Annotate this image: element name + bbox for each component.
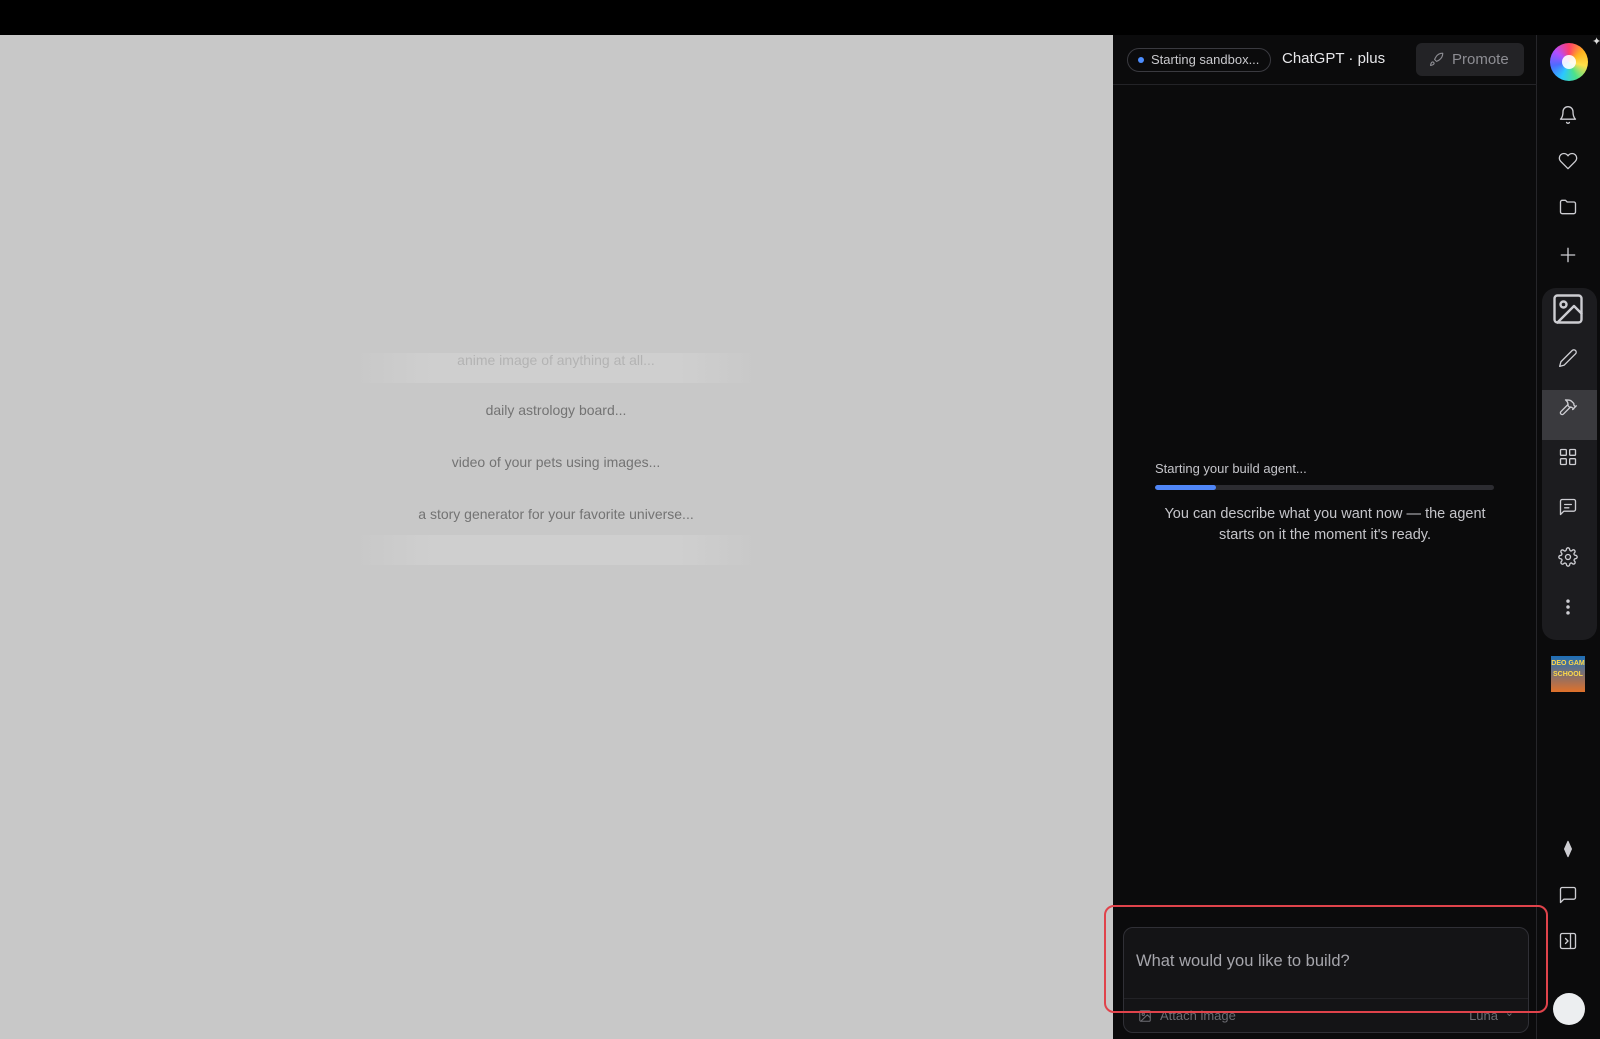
status-badge: Starting sandbox... — [1127, 48, 1272, 72]
sidebar-rail: ✦ DEO GAM SCHOOL — [1537, 35, 1600, 1039]
rocket-icon — [1430, 52, 1444, 66]
project-thumbnail[interactable]: DEO GAM SCHOOL — [1551, 656, 1585, 692]
top-bar — [0, 0, 1600, 35]
promote-button[interactable]: Promote — [1416, 43, 1524, 76]
status-text: Starting sandbox... — [1151, 52, 1260, 67]
folder-icon[interactable] — [1550, 189, 1586, 225]
message-icon[interactable] — [1550, 489, 1586, 525]
grid-icon[interactable] — [1550, 439, 1586, 475]
progress-bar — [1155, 485, 1494, 490]
progress-fill — [1155, 485, 1217, 490]
composer-highlight — [1104, 905, 1548, 1013]
preview-area: anime image of anything at all... daily … — [0, 35, 1113, 1039]
build-status: Starting your build agent... You can des… — [1155, 461, 1495, 546]
plus-icon[interactable] — [1550, 237, 1586, 273]
build-panel: Starting sandbox... ChatGPT · plus Promo… — [1113, 35, 1537, 1039]
suggestion-item[interactable]: video of your pets using images... — [355, 452, 757, 472]
image-icon[interactable] — [1549, 290, 1587, 328]
more-icon[interactable] — [1550, 589, 1586, 625]
promote-label: Promote — [1452, 51, 1509, 68]
logo[interactable] — [1550, 43, 1588, 81]
build-hint: You can describe what you want now — the… — [1164, 506, 1486, 543]
build-title: Starting your build agent... — [1155, 461, 1307, 476]
plan-label: ChatGPT · plus — [1282, 50, 1386, 67]
heart-icon[interactable] — [1550, 143, 1586, 179]
diamond-icon[interactable] — [1550, 831, 1586, 867]
panel-header: Starting sandbox... ChatGPT · plus Promo… — [1113, 35, 1537, 85]
fade-band — [355, 535, 757, 565]
status-dot-icon — [1138, 57, 1144, 63]
bell-icon[interactable] — [1550, 97, 1586, 133]
hammer-icon[interactable] — [1550, 389, 1586, 425]
suggestion-item[interactable]: daily astrology board... — [355, 400, 757, 420]
thumbnail-label: DEO GAM SCHOOL — [1551, 660, 1585, 678]
settings-icon[interactable] — [1550, 539, 1586, 575]
suggestion-item: anime image of anything at all... — [457, 352, 655, 368]
sparkle-icon: ✦ — [1592, 36, 1600, 48]
panel-icon[interactable] — [1550, 923, 1586, 959]
chat-icon[interactable] — [1550, 877, 1586, 913]
pencil-icon[interactable] — [1550, 340, 1586, 376]
suggestion-item[interactable]: a story generator for your favorite univ… — [355, 504, 757, 524]
avatar[interactable] — [1553, 993, 1585, 1025]
